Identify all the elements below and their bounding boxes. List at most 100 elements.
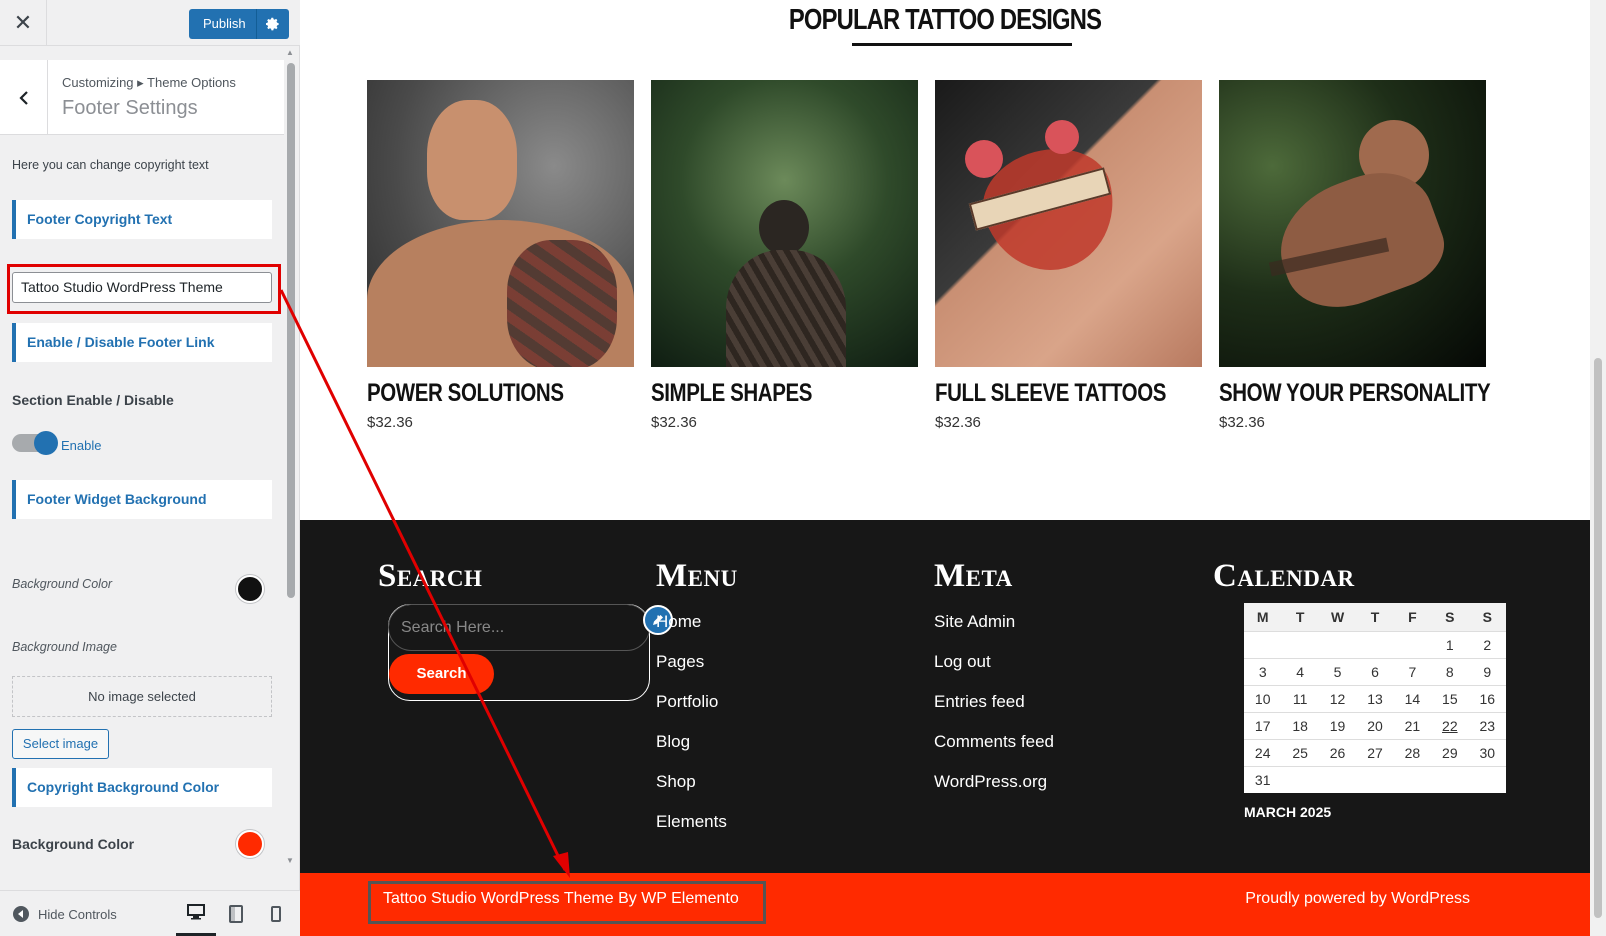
calendar-week-row: 31 — [1244, 766, 1506, 793]
meta-link[interactable]: Entries feed — [934, 692, 1054, 732]
publish-settings-button[interactable] — [257, 9, 289, 39]
search-button[interactable]: Search — [389, 654, 494, 694]
gear-icon — [265, 17, 279, 31]
calendar-day: 10 — [1254, 691, 1271, 707]
calendar-caption: MARCH 2025 — [1244, 804, 1332, 820]
calendar-day: 9 — [1483, 664, 1492, 680]
hide-controls-button[interactable]: Hide Controls — [12, 891, 117, 936]
preview-mobile-button[interactable] — [256, 891, 296, 936]
scroll-down-icon[interactable]: ▼ — [286, 856, 294, 865]
calendar-day — [1394, 767, 1431, 793]
breadcrumb: Customizing ▸ Theme Options — [62, 75, 236, 90]
product-image[interactable] — [935, 80, 1202, 367]
hide-controls-label: Hide Controls — [38, 906, 117, 922]
calendar-weekday: S — [1482, 609, 1492, 625]
calendar-day — [1356, 767, 1393, 793]
site-preview: POPULAR TATTOO DESIGNS POWER SOLUTIONS $… — [300, 0, 1590, 936]
publish-button[interactable]: Publish — [189, 9, 257, 39]
product-title[interactable]: FULL SLEEVE TATTOOS — [935, 379, 1166, 408]
widget-title-meta: Meta — [934, 558, 1013, 594]
meta-link[interactable]: WordPress.org — [934, 772, 1054, 812]
calendar-day — [1244, 632, 1281, 658]
calendar-day: 18 — [1292, 718, 1308, 734]
calendar-day[interactable]: 22 — [1431, 713, 1468, 739]
collapse-icon — [13, 906, 29, 922]
product-price: $32.36 — [367, 414, 413, 431]
section-enable-toggle[interactable] — [12, 431, 58, 455]
calendar-week-row: 17 18 19 20 21 22 23 — [1244, 712, 1506, 739]
footer-widgets: Search Search Here... Search Menu Home P… — [300, 520, 1590, 873]
calendar-day: 3 — [1258, 664, 1267, 680]
meta-link[interactable]: Log out — [934, 652, 1054, 692]
copyright-bg-color-swatch[interactable] — [236, 830, 264, 858]
calendar-day — [1394, 632, 1431, 658]
menu-link[interactable]: Elements — [656, 812, 727, 852]
product-card[interactable]: SHOW YOUR PERSONALITY $32.36 — [1219, 80, 1491, 431]
meta-link[interactable]: Site Admin — [934, 612, 1054, 652]
copyright-text-input[interactable]: Tattoo Studio WordPress Theme — [12, 272, 272, 303]
calendar-day — [1319, 632, 1356, 658]
menu-link[interactable]: Blog — [656, 732, 727, 772]
product-price: $32.36 — [651, 414, 697, 431]
tablet-icon — [229, 905, 243, 923]
calendar-weekday: W — [1330, 609, 1345, 625]
meta-link[interactable]: Comments feed — [934, 732, 1054, 772]
powered-by-link[interactable]: Proudly powered by WordPress — [1245, 890, 1470, 908]
product-card[interactable]: SIMPLE SHAPES $32.36 — [651, 80, 918, 431]
calendar-day: 24 — [1254, 745, 1271, 761]
product-card[interactable]: FULL SLEEVE TATTOOS $32.36 — [935, 80, 1202, 431]
preview-tablet-button[interactable] — [216, 891, 256, 936]
product-image[interactable] — [1219, 80, 1486, 367]
calendar-day: 29 — [1442, 745, 1458, 761]
background-color-label: Background Color — [12, 577, 113, 591]
meta-list: Site Admin Log out Entries feed Comments… — [934, 612, 1054, 812]
calendar-week-row: 3 4 5 6 7 8 9 — [1244, 658, 1506, 685]
calendar-day — [1356, 632, 1393, 658]
calendar-day: 2 — [1483, 637, 1492, 653]
preview-desktop-button[interactable] — [176, 891, 216, 936]
calendar-day: 17 — [1254, 718, 1271, 734]
calendar-day: 14 — [1404, 691, 1421, 707]
preview-scrollbar-thumb[interactable] — [1594, 358, 1602, 918]
product-title[interactable]: SHOW YOUR PERSONALITY — [1219, 379, 1491, 408]
calendar-day — [1431, 767, 1468, 793]
product-title[interactable]: POWER SOLUTIONS — [367, 379, 586, 408]
product-price: $32.36 — [935, 414, 981, 431]
calendar-day — [1281, 767, 1318, 793]
calendar-day: 13 — [1367, 691, 1383, 707]
chevron-left-icon — [18, 90, 28, 105]
product-title[interactable]: SIMPLE SHAPES — [651, 379, 870, 408]
calendar-table: MTWTFSS 1 2 3 4 5 6 7 8 9 10 11 12 13 14 15 16 17 18 19 20 2… — [1244, 603, 1506, 793]
menu-link[interactable]: Shop — [656, 772, 727, 812]
calendar-weekday: F — [1408, 609, 1417, 625]
back-button[interactable] — [0, 60, 48, 135]
product-price: $32.36 — [1219, 414, 1265, 431]
product-image[interactable] — [651, 80, 918, 367]
calendar-day — [1469, 767, 1506, 793]
calendar-day: 12 — [1329, 691, 1346, 707]
widget-bg-color-swatch[interactable] — [236, 575, 264, 603]
section-enable-label: Section Enable / Disable — [12, 392, 174, 408]
scroll-up-icon[interactable]: ▲ — [286, 48, 294, 57]
menu-link[interactable]: Pages — [656, 652, 727, 692]
calendar-day: 19 — [1329, 718, 1346, 734]
widget-title-menu: Menu — [656, 558, 738, 594]
menu-link[interactable]: Home — [656, 612, 727, 652]
group-footer-copyright-text: Footer Copyright Text — [12, 200, 272, 239]
product-card[interactable]: POWER SOLUTIONS $32.36 — [367, 80, 634, 431]
copyright-text: Tattoo Studio WordPress Theme By WP Elem… — [383, 890, 739, 907]
no-image-placeholder: No image selected — [12, 676, 272, 717]
customizer-screen: ✕ Publish Customizing ▸ Theme Options Fo… — [0, 0, 1606, 936]
widget-title-search: Search — [378, 558, 483, 594]
menu-link[interactable]: Portfolio — [656, 692, 727, 732]
close-customizer-button[interactable]: ✕ — [0, 0, 47, 46]
calendar-day: 7 — [1408, 664, 1417, 680]
search-input[interactable]: Search Here... — [388, 604, 650, 651]
product-image[interactable] — [367, 80, 634, 367]
title-underline — [852, 43, 1072, 46]
widget-title-calendar: Calendar — [1213, 558, 1355, 594]
sidebar-scrollbar-thumb[interactable] — [287, 63, 295, 598]
calendar-day: 21 — [1404, 718, 1421, 734]
select-image-button[interactable]: Select image — [12, 729, 109, 759]
calendar-weekday: S — [1445, 609, 1455, 625]
